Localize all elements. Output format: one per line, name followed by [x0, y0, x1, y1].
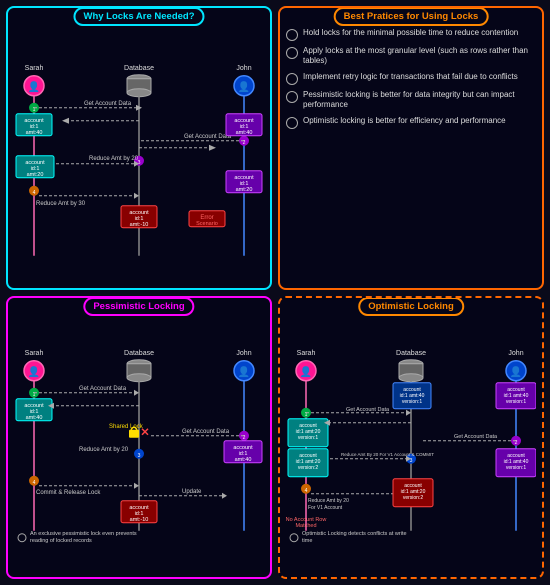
- svg-text:John: John: [236, 65, 251, 72]
- svg-text:Get Account Data: Get Account Data: [184, 134, 232, 140]
- svg-text:Database: Database: [396, 349, 426, 356]
- bp-text-3: Implement retry logic for transactions t…: [303, 72, 518, 82]
- panel-why-locks: Why Locks Are Needed? Sarah Database Joh…: [6, 6, 272, 290]
- panel-title-best-practices: Best Pratices for Using Locks: [334, 7, 489, 26]
- svg-text:Sarah: Sarah: [25, 349, 44, 356]
- bp-item-1: Hold locks for the minimal possible time…: [286, 28, 536, 41]
- svg-text:4: 4: [33, 190, 36, 196]
- bp-circle-2: [286, 47, 298, 59]
- optimistic-diagram: Sarah Database John 👤 👤 acc: [286, 320, 536, 572]
- svg-text:version:2: version:2: [298, 464, 319, 470]
- bp-item-2: Apply locks at the most granular level (…: [286, 46, 536, 67]
- main-container: Why Locks Are Needed? Sarah Database Joh…: [0, 0, 550, 585]
- svg-text:👤: 👤: [28, 364, 40, 377]
- svg-text:Reduce Amt By 20 For V1 Accoun: Reduce Amt By 20 For V1 Account & COMMIT: [341, 451, 434, 456]
- svg-text:Reduce Amt by 30: Reduce Amt by 30: [36, 201, 86, 207]
- bp-circle-1: [286, 29, 298, 41]
- bp-text-5: Optimistic locking is better for efficie…: [303, 116, 506, 126]
- bp-item-4: Pessimistic locking is better for data i…: [286, 90, 536, 111]
- panel-best-practices: Best Pratices for Using Locks Hold locks…: [278, 6, 544, 290]
- svg-text:version:1: version:1: [402, 398, 423, 404]
- svg-text:3: 3: [138, 452, 141, 458]
- svg-text:Get Account Data: Get Account Data: [346, 406, 390, 412]
- svg-text:amt:40: amt:40: [26, 414, 43, 420]
- svg-text:👤: 👤: [28, 80, 40, 93]
- svg-text:An exclusive pessimistic lock: An exclusive pessimistic lock even preve…: [30, 530, 137, 536]
- pessimistic-diagram: Sarah Database John 👤 👤 1: [14, 320, 264, 572]
- svg-text:Sarah: Sarah: [297, 349, 316, 356]
- bp-item-3: Implement retry logic for transactions t…: [286, 72, 536, 85]
- svg-text:Optimistic Locking detects con: Optimistic Locking detects conflicts at …: [302, 530, 407, 536]
- bp-text-2: Apply locks at the most granular level (…: [303, 46, 536, 67]
- panel-pessimistic: Pessimistic Locking Sarah Database John …: [6, 296, 272, 580]
- panel-title-pessimistic: Pessimistic Locking: [83, 297, 194, 316]
- svg-text:Reduce Amt by 20: Reduce Amt by 20: [308, 497, 349, 503]
- svg-text:amt:-10: amt:-10: [130, 222, 149, 228]
- svg-text:4: 4: [33, 479, 36, 485]
- svg-text:version:2: version:2: [403, 494, 424, 500]
- svg-text:For V1 Account: For V1 Account: [308, 504, 343, 510]
- svg-text:John: John: [236, 349, 251, 356]
- svg-text:Commit & Release Lock: Commit & Release Lock: [36, 489, 101, 495]
- optimistic-svg: Sarah Database John 👤 👤 acc: [286, 320, 536, 572]
- svg-text:amt:20: amt:20: [236, 187, 253, 193]
- svg-text:Update: Update: [182, 488, 202, 494]
- bp-item-5: Optimistic locking is better for efficie…: [286, 116, 536, 129]
- svg-text:Database: Database: [124, 349, 154, 356]
- panel-optimistic: Optimistic Locking Sarah Database John 👤…: [278, 296, 544, 580]
- svg-text:👤: 👤: [510, 364, 522, 377]
- svg-text:4: 4: [305, 487, 308, 493]
- bp-text-4: Pessimistic locking is better for data i…: [303, 90, 536, 111]
- svg-text:Get Account Data: Get Account Data: [454, 433, 498, 439]
- bp-circle-3: [286, 73, 298, 85]
- svg-text:John: John: [508, 349, 523, 356]
- svg-text:Sarah: Sarah: [25, 65, 44, 72]
- svg-text:3: 3: [138, 160, 141, 166]
- svg-text:amt:40: amt:40: [236, 130, 253, 136]
- svg-text:Scenario: Scenario: [196, 221, 218, 227]
- bp-circle-5: [286, 117, 298, 129]
- svg-text:reading of locked records: reading of locked records: [30, 537, 92, 543]
- best-practices-list: Hold locks for the minimal possible time…: [286, 28, 536, 129]
- bp-text-1: Hold locks for the minimal possible time…: [303, 28, 518, 38]
- svg-text:amt:20: amt:20: [27, 172, 44, 178]
- why-locks-svg: Sarah Database John 👤 👤 1: [14, 30, 264, 282]
- bp-circle-4: [286, 91, 298, 103]
- svg-text:version:1: version:1: [506, 464, 527, 470]
- svg-text:version:1: version:1: [506, 398, 527, 404]
- svg-text:👤: 👤: [300, 364, 312, 377]
- svg-text:amt:40: amt:40: [235, 456, 252, 462]
- why-locks-diagram: Sarah Database John 👤 👤 1: [14, 30, 264, 282]
- svg-text:Get Account Data: Get Account Data: [182, 428, 230, 434]
- svg-text:version:1: version:1: [298, 434, 319, 440]
- svg-text:Shared Lock: Shared Lock: [109, 423, 144, 429]
- panel-title-optimistic: Optimistic Locking: [358, 297, 464, 316]
- panel-title-why-locks: Why Locks Are Needed?: [73, 7, 204, 26]
- svg-text:Reduce Amt by 20: Reduce Amt by 20: [89, 156, 139, 162]
- svg-text:Database: Database: [124, 65, 154, 72]
- svg-text:time: time: [302, 537, 312, 543]
- svg-text:amt:40: amt:40: [26, 130, 43, 136]
- svg-text:👤: 👤: [238, 80, 250, 93]
- svg-text:👤: 👤: [238, 364, 250, 377]
- svg-text:amt:-10: amt:-10: [130, 516, 149, 522]
- svg-text:Reduce Amt by 20: Reduce Amt by 20: [79, 446, 129, 452]
- pessimistic-svg: Sarah Database John 👤 👤 1: [14, 320, 264, 572]
- svg-text:Matched: Matched: [295, 522, 316, 528]
- svg-text:Get Account Data: Get Account Data: [84, 101, 132, 107]
- svg-text:Get Account Data: Get Account Data: [79, 385, 127, 391]
